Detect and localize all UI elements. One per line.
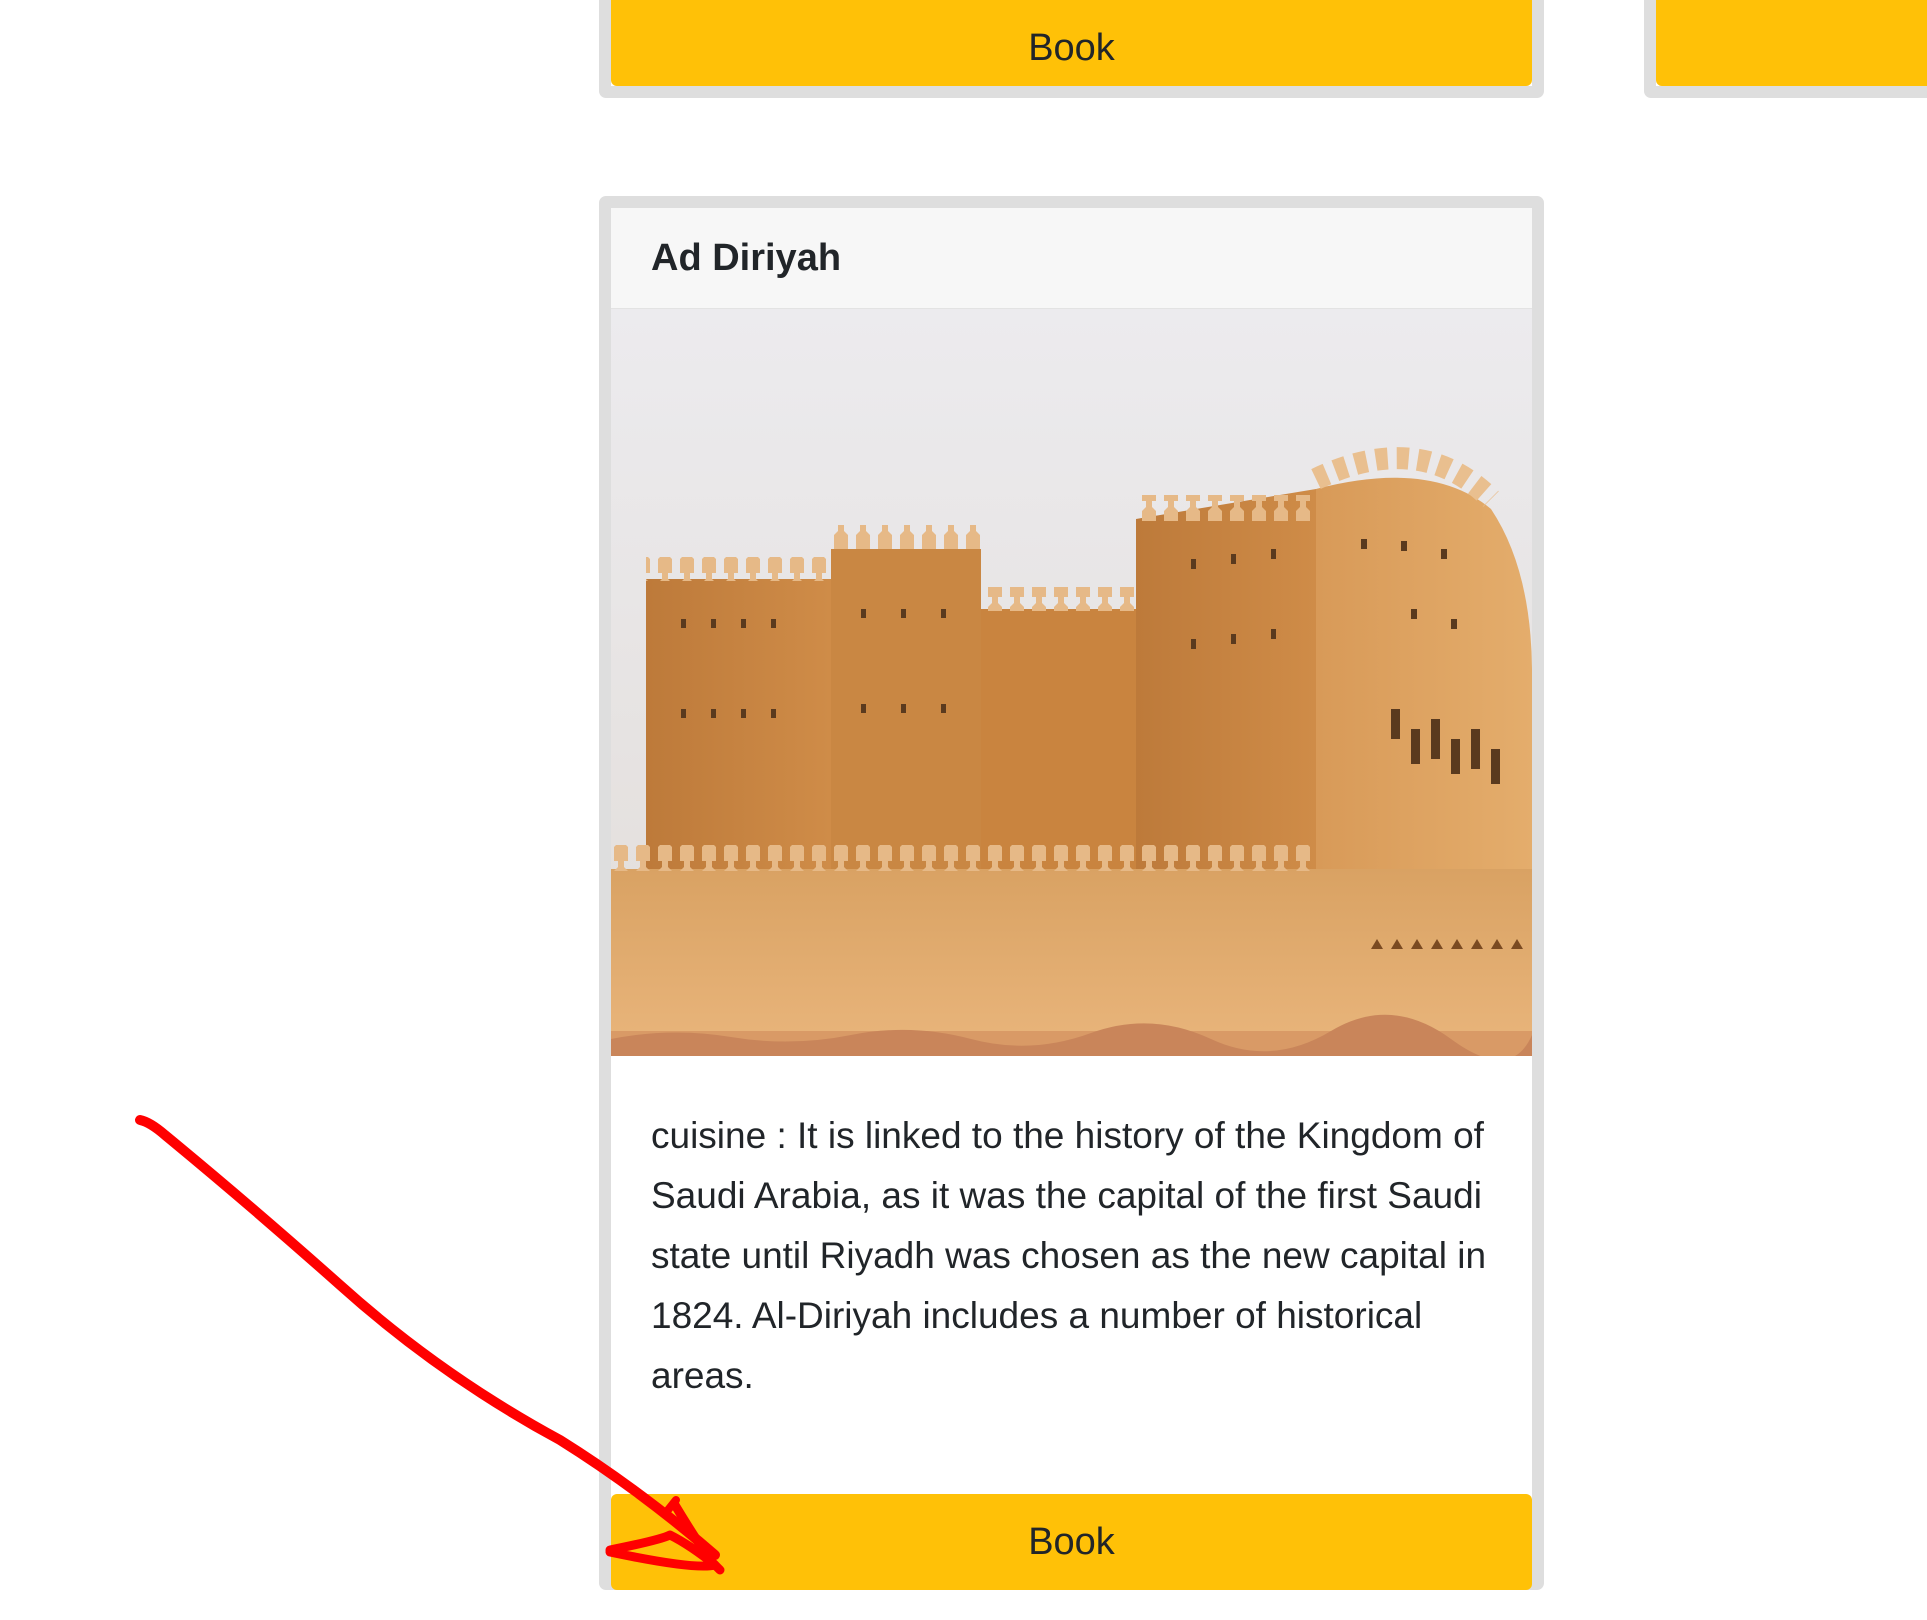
book-button-right[interactable] [1656,0,1927,86]
book-button[interactable]: Book [611,0,1532,86]
card-title: Ad Diriyah [651,236,842,279]
place-card-previous: Book [599,0,1544,98]
book-button[interactable]: Book [611,1494,1532,1590]
place-card-previous-right [1644,0,1927,98]
card-description: cuisine : It is linked to the history of… [651,1115,1487,1396]
ad-diriyah-fort-image [611,309,1532,1056]
card-header: Ad Diriyah [611,208,1532,309]
place-card-ad-diriyah: Ad Diriyah cuisine: It is linked to the… [599,196,1544,1590]
